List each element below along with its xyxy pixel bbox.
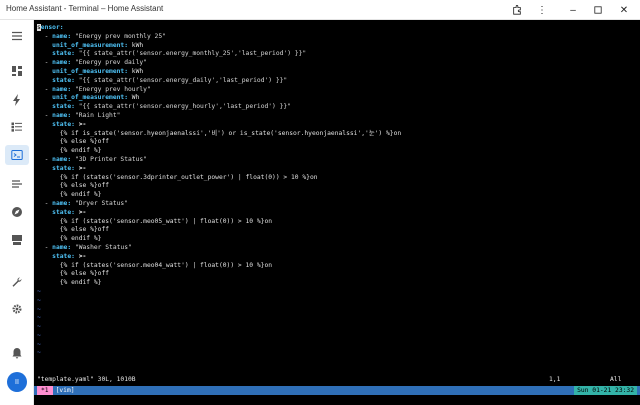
developer-tools-icon[interactable]	[5, 272, 29, 292]
code-line: {% endif %}	[59, 279, 102, 287]
code-line: - name: "Rain Light"	[37, 111, 121, 119]
code-line: {% endif %}	[59, 235, 102, 243]
sidebar: II	[0, 20, 34, 405]
code-line: - name: "Energy prev monthly 25"	[37, 32, 166, 40]
empty-line-marker: ~	[37, 296, 41, 304]
hacs-icon[interactable]	[5, 230, 29, 250]
code-line: {% if (states('sensor.meo04_watt') | flo…	[59, 261, 273, 269]
vim-command-line[interactable]: "template.yaml" 30L, 1010B 1,1 All	[37, 376, 637, 385]
code-line: state: "{{ state_attr('sensor.energy_dai…	[52, 76, 288, 84]
close-icon[interactable]: ✕	[616, 2, 632, 18]
status-clock: Sun 01-21 23:32	[574, 386, 637, 395]
code-line: - name: "Dryer Status"	[37, 199, 129, 207]
file-info: "template.yaml" 30L, 1010B	[37, 376, 136, 383]
empty-line-marker: ~	[37, 305, 41, 313]
code-line: - name: "Energy prev hourly"	[37, 85, 151, 93]
empty-line-marker: ~	[37, 349, 41, 357]
empty-line-marker: ~	[37, 340, 41, 348]
code-line: - name: "Washer Status"	[37, 243, 132, 251]
code-line: state: >-	[52, 208, 87, 216]
window-titlebar: Home Assistant - Terminal – Home Assista…	[0, 0, 640, 20]
code-line: {% if (states('sensor.meo05_watt') | flo…	[59, 217, 273, 225]
empty-line-marker: ~	[37, 287, 41, 295]
empty-line-marker: ~	[37, 323, 41, 331]
code-line: sensor:	[37, 24, 64, 31]
session-label: [vim]	[52, 386, 78, 395]
extensions-icon[interactable]	[509, 2, 525, 18]
energy-icon[interactable]	[5, 90, 29, 110]
code-line: state: "{{ state_attr('sensor.energy_mon…	[52, 50, 307, 58]
terminal-icon[interactable]	[5, 145, 29, 165]
code-line: unit_of_measurement: kWh	[52, 41, 144, 49]
settings-icon[interactable]	[5, 299, 29, 319]
empty-line-marker: ~	[37, 314, 41, 322]
code-line: state: >-	[52, 120, 87, 128]
notifications-icon[interactable]	[5, 343, 29, 363]
overview-icon[interactable]	[5, 61, 29, 81]
code-line: state: "{{ state_attr('sensor.energy_hou…	[52, 103, 292, 111]
history-icon[interactable]	[5, 174, 29, 194]
code-line: unit_of_measurement: kWh	[52, 67, 144, 75]
empty-line-marker: ~	[37, 331, 41, 339]
code-line: {% if is_state('sensor.hyeonjaenalssi','…	[59, 129, 402, 137]
code-line: {% endif %}	[59, 147, 102, 155]
code-line: {% else %}off	[59, 226, 110, 234]
tmux-status-bar: *1 [vim] Sun 01-21 23:32	[34, 386, 640, 395]
code-line: {% else %}off	[59, 182, 110, 190]
scroll-position: All	[610, 376, 622, 383]
terminal-panel[interactable]: sensor: - name: "Energy prev monthly 25"…	[34, 20, 640, 405]
code-line: {% else %}off	[59, 138, 110, 146]
code-line: unit_of_measurement: Wh	[52, 94, 140, 102]
code-line: {% if (states('sensor.3dprinter_outlet_p…	[59, 173, 318, 181]
code-line: - name: "3D Printer Status"	[37, 155, 147, 163]
maximize-icon[interactable]	[590, 2, 606, 18]
window-tab[interactable]: *1	[37, 386, 53, 395]
window-title: Home Assistant - Terminal – Home Assista…	[6, 4, 164, 13]
code-line: state: >-	[52, 164, 87, 172]
avatar[interactable]: II	[7, 372, 27, 392]
code-line: state: >-	[52, 252, 87, 260]
code-line: {% endif %}	[59, 191, 102, 199]
minimize-icon[interactable]: –	[565, 2, 581, 18]
more-options-icon[interactable]: ⋮	[534, 2, 550, 18]
cursor-position: 1,1	[549, 376, 561, 383]
menu-icon[interactable]	[5, 26, 29, 46]
logbook-icon[interactable]	[5, 117, 29, 137]
map-icon[interactable]	[5, 202, 29, 222]
editor-buffer[interactable]: sensor: - name: "Energy prev monthly 25"…	[37, 24, 401, 358]
code-line: {% else %}off	[59, 270, 110, 278]
code-line: - name: "Energy prev daily"	[37, 59, 147, 67]
